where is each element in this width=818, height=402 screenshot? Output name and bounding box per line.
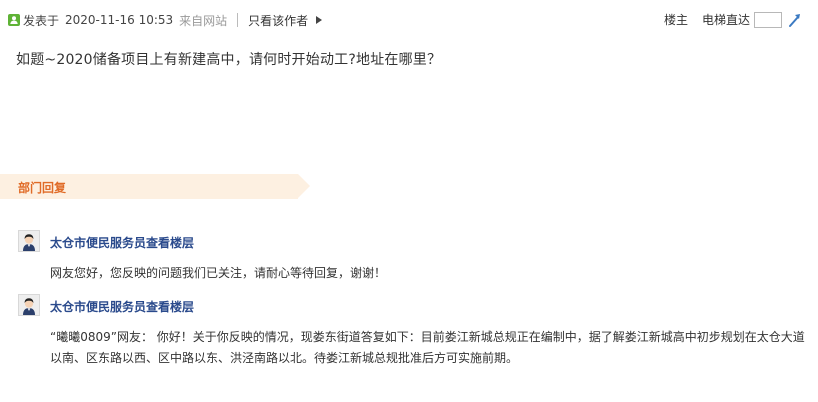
reply-text: “曦曦0809”网友： 你好！关于你反映的情况，现娄东街道答复如下：目前娄江新城… [50,330,805,365]
user-avatar-icon [18,294,40,316]
floor-owner-link[interactable]: 楼主 [664,11,688,28]
question-text: 如题~2020储备项目上有新建高中，请何时开始动工?地址在哪里？ [16,52,442,68]
department-reply-banner: 部门回复 [0,174,310,199]
post-source: 来自网站 [179,13,228,28]
section-title: 部门回复 [18,181,67,195]
post-timestamp: 2020-11-16 10:53 [65,13,174,27]
reply-author-link[interactable]: 太仓市便民服务员查看楼层 [50,234,194,251]
user-avatar-icon [18,230,40,252]
post-meta: 发表于 2020-11-16 10:53 来自网站 只看该作者 [8,11,323,29]
floor-navigation: 楼主 电梯直达 [664,11,802,28]
post-toolbar: 发表于 2020-11-16 10:53 来自网站 只看该作者 楼主 电梯直达 [0,0,818,38]
posted-label: 发表于 [23,13,60,28]
floor-number-input[interactable] [754,11,782,28]
reply-text: 网友您好，您反映的问题我们已关注，请耐心等待回复，谢谢！ [50,266,387,280]
online-status-icon [8,14,20,26]
jump-arrow-icon[interactable] [788,12,802,28]
meta-divider [237,13,239,27]
reply-author-link[interactable]: 太仓市便民服务员查看楼层 [50,298,194,315]
elevator-label: 电梯直达 [701,13,750,27]
only-author-link[interactable]: 只看该作者 [248,12,308,29]
triangle-right-icon[interactable] [316,16,323,24]
